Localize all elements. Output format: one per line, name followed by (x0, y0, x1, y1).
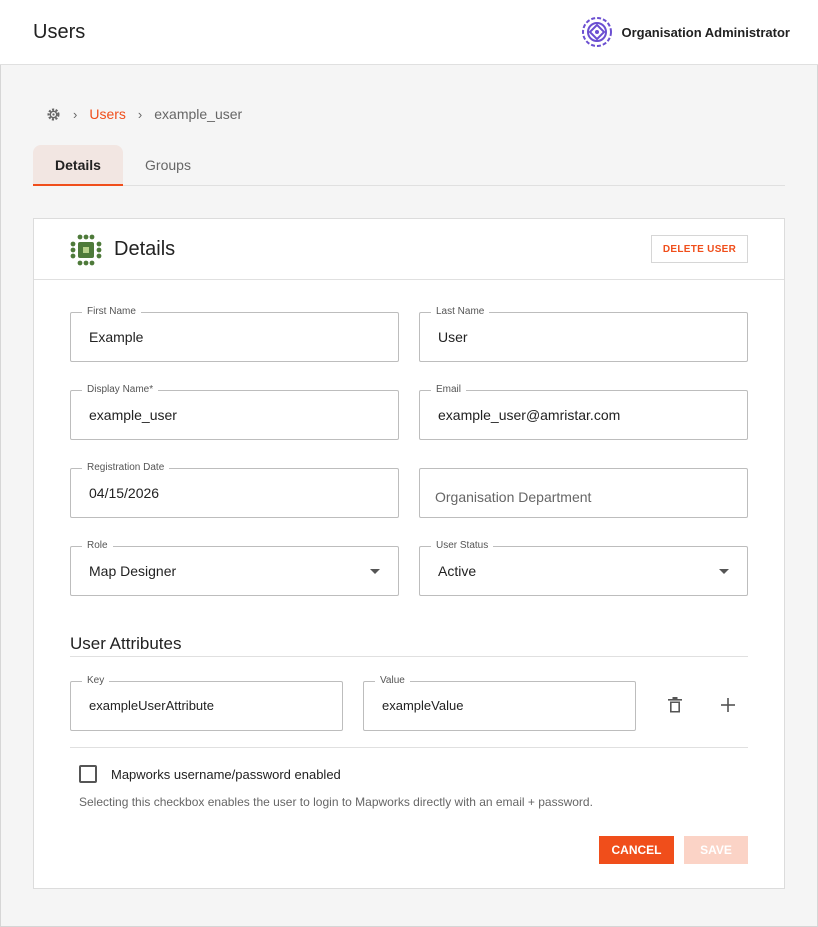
first-name-value: Example (89, 329, 144, 345)
top-bar: Users Organisation Administrator (0, 0, 818, 65)
attribute-key-value: exampleUserAttribute (89, 698, 214, 713)
card-title: Details (114, 238, 176, 260)
chevron-right-icon: › (137, 106, 143, 122)
display-name-label: Display Name* (82, 384, 159, 396)
role-select[interactable]: Role Map Designer (70, 540, 399, 596)
user-status-select[interactable]: User Status Active (419, 540, 748, 596)
mapworks-login-option[interactable]: Mapworks username/password enabled (79, 765, 341, 783)
attribute-value-label: Value (375, 675, 410, 687)
department-placeholder: Organisation Department (435, 489, 592, 505)
last-name-value: User (438, 329, 468, 345)
mapworks-login-checkbox[interactable] (79, 765, 97, 783)
card-header: Details DELETE USER (34, 219, 784, 280)
attribute-key-field[interactable]: Key exampleUserAttribute (70, 675, 343, 731)
tab-groups[interactable]: Groups (123, 145, 213, 185)
cancel-button[interactable]: CANCEL (599, 836, 674, 864)
org-emblem-icon (582, 17, 613, 47)
attribute-value-field[interactable]: Value exampleValue (363, 675, 636, 731)
trash-icon (668, 697, 682, 713)
last-name-field[interactable]: Last Name User (419, 306, 748, 362)
email-label: Email (431, 384, 467, 396)
mapworks-login-label: Mapworks username/password enabled (111, 766, 341, 782)
department-field[interactable]: Organisation Department (419, 468, 748, 518)
user-status-label: User Status (431, 540, 494, 552)
registration-date-value: 04/15/2026 (89, 485, 160, 501)
display-name-value: example_user (89, 407, 177, 423)
email-value: example_user@amristar.com (438, 407, 621, 423)
gear-icon[interactable] (46, 107, 61, 122)
breadcrumb-users-link[interactable]: Users (89, 106, 126, 122)
plus-icon (721, 698, 735, 712)
org-name: Organisation Administrator (621, 24, 790, 40)
save-button[interactable]: SAVE (684, 836, 748, 864)
first-name-field[interactable]: First Name Example (70, 306, 399, 362)
breadcrumb-current: example_user (154, 106, 243, 122)
last-name-label: Last Name (431, 306, 490, 318)
display-name-field[interactable]: Display Name* example_user (70, 384, 399, 440)
registration-date-label: Registration Date (82, 462, 170, 474)
user-status-value: Active (438, 563, 477, 579)
mapworks-login-hint: Selecting this checkbox enables the user… (79, 795, 593, 809)
add-attribute-button[interactable] (716, 693, 740, 717)
caret-down-icon (370, 569, 380, 574)
attribute-key-label: Key (82, 675, 110, 687)
page-title: Users (33, 21, 86, 43)
email-field[interactable]: Email example_user@amristar.com (419, 384, 748, 440)
user-attributes-title: User Attributes (70, 634, 182, 653)
attribute-value-value: exampleValue (382, 698, 464, 713)
breadcrumb: › Users › example_user (46, 106, 242, 122)
divider (70, 656, 748, 657)
delete-attribute-button[interactable] (663, 693, 687, 717)
registration-date-field[interactable]: Registration Date 04/15/2026 (70, 462, 399, 518)
delete-user-button[interactable]: DELETE USER (651, 235, 748, 263)
details-card: Details DELETE USER First Name Example L… (33, 218, 785, 889)
org-switcher[interactable]: Organisation Administrator (581, 16, 790, 48)
tab-details[interactable]: Details (33, 145, 123, 186)
chevron-right-icon: › (73, 106, 78, 122)
role-value: Map Designer (89, 563, 177, 579)
caret-down-icon (719, 569, 729, 574)
tab-bar: Details Groups (33, 145, 785, 186)
role-label: Role (82, 540, 113, 552)
first-name-label: First Name (82, 306, 141, 318)
grid-emblem-icon (70, 234, 102, 266)
divider (70, 747, 748, 748)
